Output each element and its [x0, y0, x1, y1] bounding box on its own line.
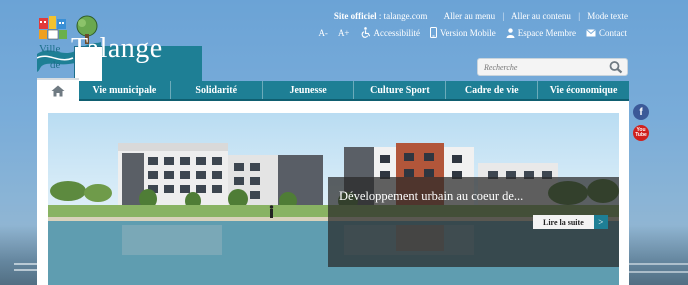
mobile-phone-icon — [430, 27, 438, 38]
search-input[interactable] — [478, 59, 604, 75]
contact-link[interactable]: Contact — [586, 28, 627, 38]
accessibility-link[interactable]: Accessibilité — [360, 27, 421, 38]
nav-item-culture-sport[interactable]: Culture Sport — [353, 81, 445, 99]
read-more-label: Lire la suite — [533, 215, 594, 229]
mobile-version-link[interactable]: Version Mobile — [430, 27, 496, 38]
search-icon[interactable] — [608, 60, 624, 74]
contact-label: Contact — [599, 27, 627, 38]
nav-item-jeunesse[interactable]: Jeunesse — [261, 81, 354, 99]
background-bridge — [628, 263, 688, 273]
font-increase-button[interactable]: A+ — [338, 28, 350, 38]
official-site-label: Site officiel — [333, 11, 377, 21]
home-icon — [51, 85, 65, 97]
hero-caption-box: Développement urbain au coeur de... Lire… — [328, 177, 619, 267]
nav-item-solidarite[interactable]: Solidarité — [169, 81, 262, 99]
main-navigation: Vie municipale Solidarité Jeunesse Cultu… — [37, 78, 629, 102]
wheelchair-icon — [361, 27, 370, 38]
chevron-right-icon: > — [593, 215, 608, 229]
hero-slider[interactable]: Développement urbain au coeur de... Lire… — [48, 113, 619, 285]
text-mode-link[interactable]: Mode texte — [587, 11, 628, 21]
accessibility-label: Accessibilité — [373, 27, 421, 38]
envelope-icon — [586, 28, 596, 36]
read-more-button[interactable]: Lire la suite > — [533, 215, 608, 229]
logo-de-text: de — [50, 59, 61, 71]
social-links: f You Tube — [633, 104, 651, 146]
font-increase-label: A+ — [337, 27, 350, 38]
logo-ville-text: Ville — [39, 43, 61, 55]
font-decrease-button[interactable]: A- — [318, 28, 328, 38]
facebook-letter: f — [639, 106, 643, 118]
nav-item-vie-economique[interactable]: Vie économique — [537, 81, 629, 99]
youtube-icon[interactable]: You Tube — [633, 125, 649, 141]
top-links-bar: Site officiel : talange.com Aller au men… — [333, 11, 628, 21]
nav-home-button[interactable] — [37, 78, 79, 102]
youtube-tube: Tube — [635, 132, 647, 138]
user-icon — [506, 27, 515, 38]
nav-item-vie-municipale[interactable]: Vie municipale — [79, 81, 170, 99]
official-site-domain: : talange.com — [376, 11, 428, 21]
logo-town-name: Talange — [71, 33, 163, 64]
member-area-label: Espace Membre — [517, 27, 576, 38]
goto-menu-link[interactable]: Aller au menu — [444, 11, 495, 21]
font-decrease-label: A- — [318, 27, 328, 38]
search-box — [477, 58, 628, 76]
facebook-icon[interactable]: f — [633, 104, 649, 120]
nav-item-cadre-de-vie[interactable]: Cadre de vie — [445, 81, 537, 99]
mobile-version-label: Version Mobile — [440, 27, 496, 38]
goto-content-link[interactable]: Aller au contenu — [511, 11, 571, 21]
member-area-link[interactable]: Espace Membre — [506, 28, 576, 38]
hero-caption-text: Développement urbain au coeur de... — [339, 189, 524, 203]
utility-bar: A- A+ Accessibilité Version Mobile Espac… — [318, 27, 627, 38]
